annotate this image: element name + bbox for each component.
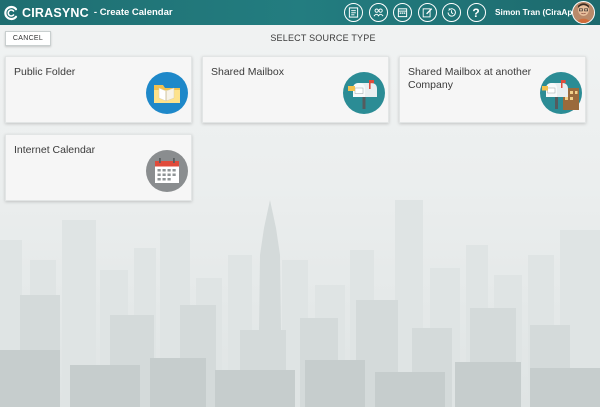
card-label: Internet Calendar <box>14 144 96 156</box>
mailbox-company-icon <box>540 72 582 114</box>
history-icon <box>447 8 456 17</box>
card-label: Public Folder <box>14 66 76 78</box>
card-shared-mailbox[interactable]: Shared Mailbox <box>202 56 389 123</box>
edit-icon <box>422 8 432 18</box>
card-public-folder[interactable]: Public Folder <box>5 56 192 123</box>
card-label: Shared Mailbox <box>211 66 284 78</box>
contacts-button[interactable] <box>368 3 388 22</box>
app-header: CIRASYNC - Create Calendar ? Simon Tran … <box>0 0 600 25</box>
dashboard-button[interactable] <box>344 3 363 22</box>
help-icon: ? <box>472 5 480 20</box>
logo-text: CIRASYNC <box>22 5 89 20</box>
calendar-icon <box>146 150 188 192</box>
history-button[interactable] <box>442 3 461 22</box>
dashboard-icon <box>348 7 359 18</box>
card-shared-mailbox-another-company[interactable]: Shared Mailbox at another Company <box>399 56 586 123</box>
calendar-button[interactable] <box>393 3 412 22</box>
avatar-photo-icon <box>573 2 594 23</box>
edit-button[interactable] <box>417 3 437 22</box>
section-title: SELECT SOURCE TYPE <box>270 33 376 43</box>
page-title: - Create Calendar <box>93 7 173 18</box>
cirasync-logo-icon <box>4 5 18 20</box>
mailbox-icon <box>343 72 385 114</box>
user-avatar[interactable] <box>572 1 595 24</box>
card-label: Shared Mailbox at another Company <box>408 66 532 91</box>
card-internet-calendar[interactable]: Internet Calendar <box>5 134 192 201</box>
calendar-icon <box>397 8 408 18</box>
folder-icon <box>146 72 188 114</box>
help-button[interactable]: ? <box>466 3 486 22</box>
header-toolbar: ? <box>344 3 491 22</box>
app-logo[interactable]: CIRASYNC <box>3 5 89 21</box>
city-skyline-background <box>0 200 600 407</box>
contacts-icon <box>373 8 383 17</box>
